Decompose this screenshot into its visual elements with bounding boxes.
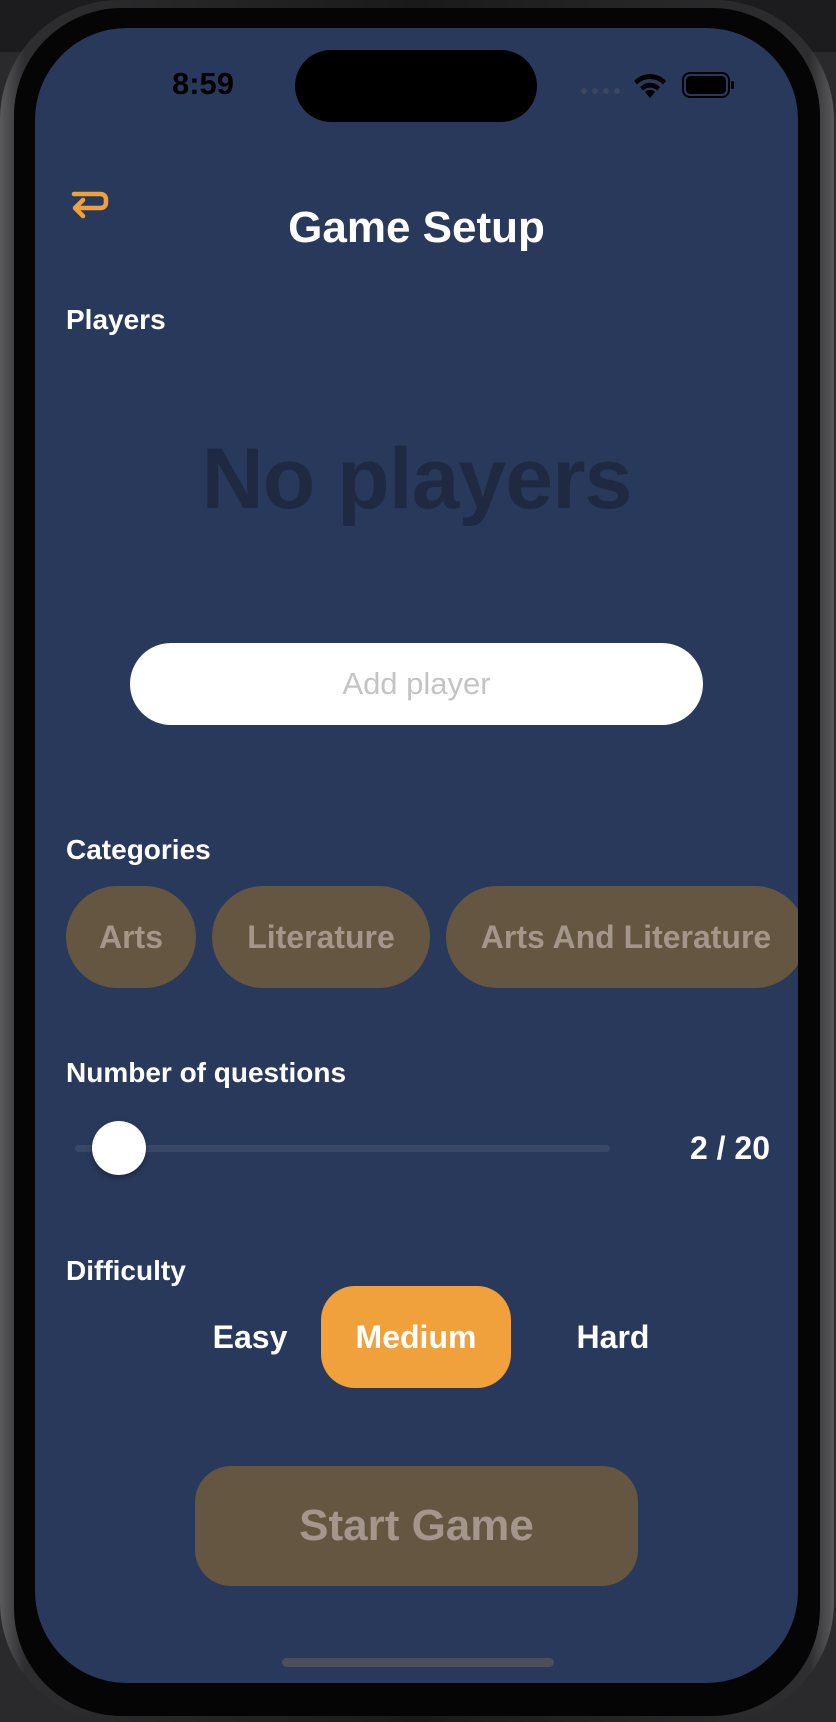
questions-slider-track[interactable] [75, 1145, 610, 1152]
category-chip-literature[interactable]: Literature [212, 886, 430, 988]
battery-icon [682, 72, 734, 98]
start-game-button[interactable]: Start Game [195, 1466, 638, 1586]
questions-slider-thumb[interactable] [92, 1121, 147, 1175]
category-chip-arts[interactable]: Arts [66, 886, 196, 988]
dynamic-island [295, 50, 537, 122]
difficulty-medium[interactable]: Medium [321, 1286, 511, 1388]
categories-label: Categories [66, 834, 211, 865]
difficulty-selector: Easy Medium Hard [35, 1286, 798, 1388]
cellular-signal-icon [581, 88, 620, 94]
difficulty-label: Difficulty [66, 1255, 186, 1286]
home-indicator [282, 1658, 554, 1667]
wifi-icon [634, 74, 666, 98]
status-time: 8:59 [171, 66, 235, 101]
difficulty-easy[interactable]: Easy [185, 1286, 315, 1388]
categories-list: Arts Literature Arts And Literature [66, 886, 798, 988]
category-chip-arts-and-literature[interactable]: Arts And Literature [446, 886, 798, 988]
add-player-input[interactable] [130, 643, 703, 725]
empty-players-text: No players [201, 431, 633, 527]
difficulty-hard[interactable]: Hard [557, 1286, 669, 1388]
page-title: Game Setup [288, 203, 545, 252]
questions-count: 2 / 20 [689, 1130, 770, 1166]
players-label: Players [66, 304, 166, 335]
questions-label: Number of questions [66, 1057, 347, 1088]
app-screen: 8:59 Game Setup Players No players Categ… [35, 28, 798, 1683]
